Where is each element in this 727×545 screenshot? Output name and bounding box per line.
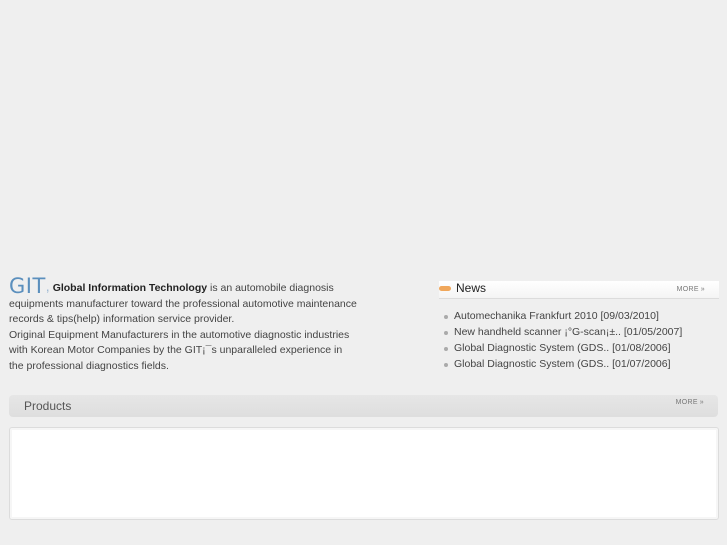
news-title: News <box>456 281 487 295</box>
bullet-icon <box>444 363 448 367</box>
bullet-icon <box>444 331 448 335</box>
news-item-text: Automechanika Frankfurt 2010 [09/03/2010… <box>454 310 659 322</box>
products-title: Products <box>24 399 72 413</box>
news-header: News MORE» <box>439 281 719 299</box>
news-more-label: MORE <box>676 286 699 293</box>
news-section: News MORE» Automechanika Frankfurt 2010 … <box>439 281 719 370</box>
news-item-text: New handheld scanner ¡°G-scan¡±.. [01/05… <box>454 326 683 338</box>
products-more-label: MORE <box>675 399 698 406</box>
news-item-text: Global Diagnostic System (GDS.. [01/07/2… <box>454 358 671 370</box>
news-item[interactable]: Global Diagnostic System (GDS.. [01/08/2… <box>443 340 719 356</box>
products-more-link[interactable]: MORE» <box>676 399 704 406</box>
products-panel <box>9 427 719 520</box>
products-header: Products MORE» <box>9 395 718 417</box>
news-list: Automechanika Frankfurt 2010 [09/03/2010… <box>443 308 719 372</box>
news-more-link[interactable]: MORE» <box>677 286 705 293</box>
logo-separator: , <box>45 278 50 294</box>
double-chevron-right-icon: » <box>700 286 705 293</box>
company-intro: GIT, Global Information Technology is an … <box>9 276 359 374</box>
bullet-icon <box>444 347 448 351</box>
news-item[interactable]: New handheld scanner ¡°G-scan¡±.. [01/05… <box>443 324 719 340</box>
git-logo: GIT <box>9 274 46 298</box>
double-chevron-right-icon: » <box>699 399 704 406</box>
news-bullet-icon <box>439 286 451 291</box>
bullet-icon <box>444 315 448 319</box>
news-item[interactable]: Automechanika Frankfurt 2010 [09/03/2010… <box>443 308 719 324</box>
news-item[interactable]: Global Diagnostic System (GDS.. [01/07/2… <box>443 356 719 372</box>
company-name: Global Information Technology <box>52 282 208 294</box>
news-item-text: Global Diagnostic System (GDS.. [01/08/2… <box>454 342 671 354</box>
intro-text-2: Original Equipment Manufacturers in the … <box>9 328 350 372</box>
